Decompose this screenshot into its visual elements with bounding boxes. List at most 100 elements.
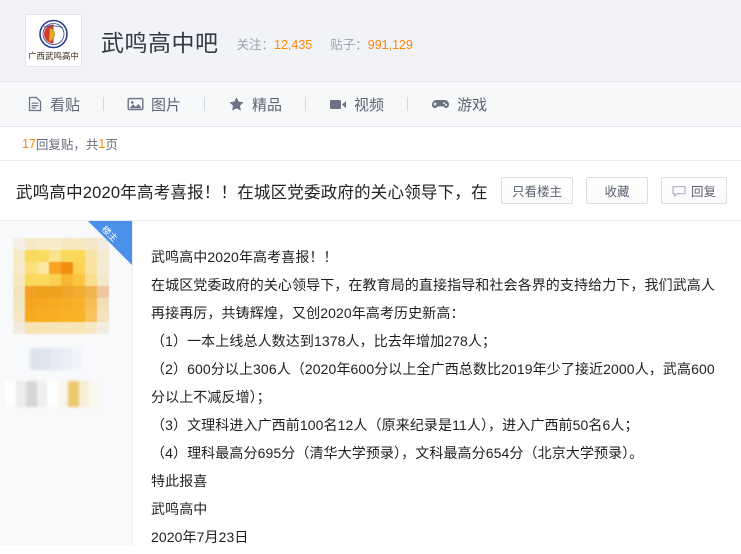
blur-pixel bbox=[57, 381, 69, 407]
post-line: 武鸣高中2020年高考喜报！！ bbox=[151, 249, 338, 265]
document-icon bbox=[28, 96, 42, 112]
blur-pixel bbox=[36, 381, 48, 407]
post-line: 在城区党委政府的关心领导下，在教育局的直接指导和社会各界的支持给力下，我们武高人… bbox=[151, 277, 715, 321]
blurred-user-meta bbox=[5, 381, 100, 407]
avatar-pixel bbox=[37, 262, 49, 274]
post-author-column: 楼主 bbox=[0, 221, 133, 545]
avatar-pixel bbox=[85, 286, 97, 298]
avatar-pixel bbox=[97, 286, 109, 298]
avatar-pixel bbox=[61, 238, 73, 250]
avatar-pixel bbox=[49, 298, 61, 310]
avatar-pixel bbox=[61, 310, 73, 322]
avatar-pixel bbox=[13, 262, 25, 274]
avatar-pixel bbox=[37, 286, 49, 298]
blurred-username bbox=[30, 348, 82, 370]
avatar-pixel bbox=[73, 274, 85, 286]
nav-item-shipin[interactable]: 视频 bbox=[320, 94, 393, 115]
avatar-pixel bbox=[37, 322, 49, 334]
school-crest-icon: 广西武鸣高中 bbox=[29, 19, 78, 62]
stat-follow-label: 关注： bbox=[236, 38, 275, 52]
nav-item-label: 精品 bbox=[252, 96, 283, 114]
gamepad-icon bbox=[432, 100, 450, 108]
avatar-pixel bbox=[73, 262, 85, 274]
favorite-button[interactable]: 收藏 bbox=[585, 177, 648, 204]
avatar-pixel bbox=[73, 238, 85, 250]
avatar-pixel bbox=[61, 286, 73, 298]
avatar-pixel bbox=[37, 310, 49, 322]
svg-text:广西武鸣高中: 广西武鸣高中 bbox=[29, 51, 78, 62]
avatar-pixel bbox=[13, 298, 25, 310]
thread-title-row: 武鸣高中2020年高考喜报！！在城区党委政府的关心领导下，在 只看楼主 收藏 回… bbox=[0, 161, 741, 221]
avatar-pixel bbox=[25, 286, 37, 298]
forum-stats: 关注：12,435 贴子：991,129 bbox=[237, 34, 413, 53]
nav-item-jingpin[interactable]: 精品 bbox=[219, 94, 291, 115]
avatar-pixel bbox=[13, 286, 25, 298]
avatar-pixel bbox=[49, 310, 61, 322]
reply-button[interactable]: 回复 bbox=[660, 177, 727, 204]
avatar-pixel bbox=[25, 238, 37, 250]
nav-item-label: 图片 bbox=[151, 96, 182, 114]
avatar-pixel bbox=[97, 274, 109, 286]
stat-posts-value: 991,129 bbox=[367, 38, 413, 52]
blur-pixel bbox=[30, 348, 41, 370]
avatar-pixel bbox=[73, 322, 85, 334]
avatar-pixel bbox=[49, 322, 61, 334]
blur-pixel bbox=[50, 348, 62, 370]
nav-item-kantie[interactable]: 看贴 bbox=[18, 94, 89, 115]
blur-pixel bbox=[15, 381, 27, 407]
avatar-pixel bbox=[49, 250, 61, 262]
forum-logo[interactable]: 广西武鸣高中 bbox=[25, 14, 82, 67]
original-poster-ribbon bbox=[88, 221, 132, 265]
avatar-pixel bbox=[97, 310, 109, 322]
nav-separator bbox=[103, 97, 105, 111]
avatar-pixel bbox=[61, 322, 73, 334]
nav-separator bbox=[407, 97, 409, 111]
avatar-pixel bbox=[73, 250, 85, 262]
post-line: 特此报喜 bbox=[151, 473, 208, 489]
reply-count-strip: 17 回复贴，共 1 页 bbox=[0, 127, 741, 161]
avatar-pixel bbox=[37, 298, 49, 310]
stat-follow-value: 12,435 bbox=[274, 38, 313, 52]
avatar-pixel bbox=[85, 298, 97, 310]
avatar-pixel bbox=[25, 310, 37, 322]
reply-count-value: 17 bbox=[22, 136, 36, 151]
favorite-label: 收藏 bbox=[604, 185, 630, 199]
nav-item-youxi[interactable]: 游戏 bbox=[422, 94, 496, 115]
blur-pixel bbox=[5, 381, 16, 407]
avatar-pixel bbox=[13, 238, 25, 250]
avatar-pixel bbox=[37, 250, 49, 262]
nav-separator bbox=[305, 97, 307, 111]
avatar-pixel bbox=[73, 310, 85, 322]
post-line: （4）理科最高分695分（清华大学预录），文科最高分654分（北京大学预录）。 bbox=[151, 445, 644, 461]
reply-label: 回复 bbox=[690, 185, 716, 199]
avatar-pixel bbox=[61, 262, 73, 274]
blur-pixel bbox=[26, 381, 37, 407]
blur-pixel bbox=[68, 381, 79, 407]
forum-header: 广西武鸣高中 武鸣高中吧 关注：12,435 贴子：991,129 bbox=[0, 0, 741, 82]
only-op-label: 只看楼主 bbox=[511, 185, 562, 199]
only-op-button[interactable]: 只看楼主 bbox=[500, 177, 573, 204]
avatar-pixel bbox=[25, 298, 37, 310]
avatar-pixel bbox=[85, 310, 97, 322]
avatar-pixel bbox=[13, 250, 25, 262]
nav-item-label: 看贴 bbox=[50, 96, 81, 114]
video-icon bbox=[330, 100, 347, 109]
avatar-pixel bbox=[61, 274, 73, 286]
page-count-value: 1 bbox=[98, 136, 106, 151]
thread-actions: 只看楼主 收藏 回复 bbox=[500, 177, 727, 204]
blur-pixel bbox=[78, 381, 90, 407]
avatar-pixel bbox=[13, 310, 25, 322]
avatar-pixel bbox=[13, 322, 25, 334]
forum-name: 武鸣高中吧 bbox=[101, 29, 219, 56]
avatar-pixel bbox=[61, 250, 73, 262]
image-icon bbox=[127, 97, 144, 111]
avatar-pixel bbox=[25, 274, 37, 286]
avatar-pixel bbox=[49, 238, 61, 250]
nav-separator bbox=[204, 97, 206, 111]
nav-item-tupian[interactable]: 图片 bbox=[118, 94, 190, 115]
post-line: 武鸣高中 bbox=[151, 501, 208, 517]
avatar-pixel bbox=[49, 274, 61, 286]
stat-posts: 贴子：991,129 bbox=[330, 34, 413, 53]
avatar-pixel bbox=[73, 298, 85, 310]
post-line: （2）600分以上306人（2020年600分以上全广西总数比2019年少了接近… bbox=[151, 361, 715, 405]
